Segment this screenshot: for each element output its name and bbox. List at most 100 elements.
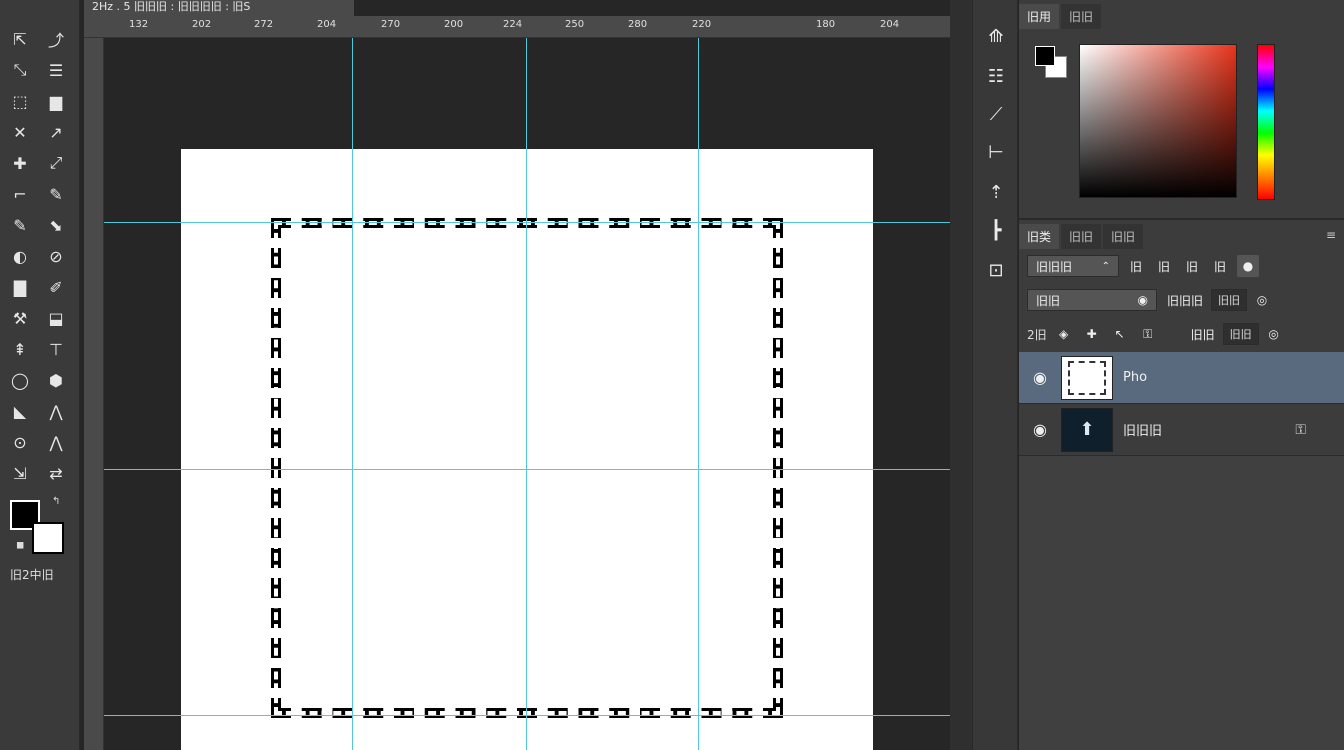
eye-icon[interactable]: ◉ (1019, 420, 1061, 439)
marquee-selection[interactable] (271, 218, 783, 718)
path-select-tool-icon[interactable]: ◣ (6, 398, 34, 424)
blend-mode-dropdown[interactable]: 旧旧 ◉ (1027, 289, 1157, 311)
ruler-label: 132 (129, 19, 149, 30)
align-panel-icon[interactable]: ┣ (979, 214, 1013, 246)
filter-pixel-icon[interactable]: 旧 (1125, 255, 1147, 277)
paragraph-panel-icon[interactable]: ⊢ (979, 136, 1013, 168)
healing-tool-icon[interactable]: ✚ (6, 150, 34, 176)
tab-color[interactable]: 旧用 (1019, 4, 1060, 29)
hue-slider[interactable] (1257, 44, 1275, 200)
background-color-swatch[interactable] (32, 522, 64, 554)
blend-row: 旧旧 ◉ 旧旧旧 旧旧 ◎ (1027, 288, 1273, 312)
filter-adjustment-icon[interactable]: 旧 (1153, 255, 1175, 277)
artboard-tool-icon[interactable]: ⤴ (42, 26, 70, 52)
lock-transparency-icon[interactable]: ◈ (1053, 323, 1075, 345)
tab-swatches[interactable]: 旧旧 (1061, 4, 1102, 29)
guide-horizontal[interactable] (104, 469, 950, 470)
brush-tool-icon[interactable]: ✎ (42, 181, 70, 207)
ruler-label: 180 (816, 19, 836, 30)
swap-colors-icon[interactable]: ↰ (52, 496, 60, 507)
default-colors-icon[interactable]: ◼ (16, 540, 24, 551)
eraser-tool-icon[interactable]: ⬊ (42, 212, 70, 238)
swap-tool-icon[interactable]: ⇄ (42, 460, 70, 486)
tab-channels[interactable]: 旧旧 (1061, 224, 1102, 249)
info-panel-icon[interactable]: ⊡ (979, 254, 1013, 286)
history-panel-icon[interactable]: ⟰ (979, 20, 1013, 52)
layer-name[interactable]: 旧旧旧 (1123, 420, 1162, 439)
properties-panel-icon[interactable]: ☷ (979, 60, 1013, 92)
crop-tool-icon[interactable]: ⬚ (6, 88, 34, 114)
arrow-up-icon: ⬆ (1079, 419, 1095, 440)
panel-menu-icon[interactable]: ≡ (1326, 228, 1336, 242)
lock-artboard-icon[interactable]: ↖ (1109, 323, 1131, 345)
color-field[interactable] (1079, 44, 1237, 198)
lock-all-icon[interactable]: ⚿ (1137, 323, 1159, 345)
gradient-tool-icon[interactable]: ◐ (6, 243, 34, 269)
brush-panel-icon[interactable]: ⟋ (979, 98, 1013, 130)
guide-vertical[interactable] (526, 38, 527, 750)
dodge-tool-icon[interactable]: ⇞ (6, 336, 34, 362)
filter-type-icon[interactable]: 旧 (1181, 255, 1203, 277)
canvas-area[interactable] (104, 38, 950, 750)
lock-icon: ⚿ (1295, 421, 1306, 438)
ruler-label: 202 (192, 19, 212, 30)
filter-shape-icon[interactable]: 旧 (1209, 255, 1231, 277)
eyedropper-tool-icon[interactable]: ✕ (6, 119, 34, 145)
fill-label: 旧旧 (1190, 327, 1215, 342)
filter-toggle-icon[interactable]: ● (1237, 255, 1259, 277)
panel-icon-column: ⟰ ☷ ⟋ ⊢ ⇡ ┣ ⊡ (972, 0, 1018, 750)
guide-horizontal[interactable] (104, 715, 950, 716)
eye-icon[interactable]: ◉ (1019, 368, 1061, 387)
hand-tool-icon[interactable]: ⋀ (42, 429, 70, 455)
ellipse-tool-icon[interactable]: ◯ (6, 367, 34, 393)
ruler-label: 280 (628, 19, 648, 30)
ruler-label: 200 (444, 19, 464, 30)
layers-empty-area[interactable] (1019, 456, 1344, 750)
lock-row: 2旧 ◈ ✚ ↖ ⚿ 旧旧 旧旧 ◎ (1027, 322, 1285, 346)
ruler-tool-icon[interactable]: ↗ (42, 119, 70, 145)
frame-tool-icon[interactable]: ▆ (42, 88, 70, 114)
patch-tool-icon[interactable]: ⤢ (42, 150, 70, 176)
shape-tool-icon[interactable]: ⬢ (42, 367, 70, 393)
direct-select-tool-icon[interactable]: ⋀ (42, 398, 70, 424)
bucket-tool-icon[interactable]: ⬓ (42, 305, 70, 331)
zoom-tool-icon[interactable]: ⊙ (6, 429, 34, 455)
panel-foreground-color[interactable] (1035, 46, 1055, 66)
kind-filter-label: 旧旧旧 (1036, 259, 1073, 274)
rectangle-tool-icon[interactable]: ▇ (6, 274, 34, 300)
lock-position-icon[interactable]: ✚ (1081, 323, 1103, 345)
blur-tool-icon[interactable]: ⊘ (42, 243, 70, 269)
fill-slider-icon[interactable]: ◎ (1263, 323, 1285, 345)
move-tool-icon[interactable]: ⇱ (6, 26, 34, 52)
type-tool-icon[interactable]: ⊤ (42, 336, 70, 362)
opacity-slider-icon[interactable]: ◎ (1251, 289, 1273, 311)
pen-tool-icon[interactable]: ✐ (42, 274, 70, 300)
rotate-view-tool-icon[interactable]: ⇲ (6, 460, 34, 486)
ruler-label: 270 (381, 19, 401, 30)
guide-horizontal[interactable] (104, 222, 950, 223)
stamp-tool-icon[interactable]: ⌐ (6, 181, 34, 207)
layers-panel: 旧类 旧旧 旧旧 ≡ 旧旧旧 ⌃ 旧 旧 旧 旧 ● 旧旧 ◉ 旧旧旧 旧旧 ◎ (1019, 218, 1344, 750)
ruler-label: 272 (254, 19, 274, 30)
tab-paths[interactable]: 旧旧 (1103, 224, 1144, 249)
layer-row-pho[interactable]: ◉ Pho (1019, 352, 1344, 404)
marquee-tool-icon[interactable]: ☰ (42, 57, 70, 83)
color-panel-tabs: 旧用 旧旧 (1019, 4, 1103, 29)
guide-vertical[interactable] (352, 38, 353, 750)
kind-filter-dropdown[interactable]: 旧旧旧 ⌃ (1027, 255, 1119, 277)
selection-thumbnail-icon (1068, 360, 1106, 395)
smudge-tool-icon[interactable]: ⚒ (6, 305, 34, 331)
opacity-field[interactable]: 旧旧 (1211, 289, 1248, 311)
actions-panel-icon[interactable]: ⇡ (979, 176, 1013, 208)
fill-field[interactable]: 旧旧 (1222, 323, 1259, 345)
document-tab[interactable]: 2Hz . 5 旧旧旧 : 旧旧旧旧 : 旧S (84, 0, 354, 16)
history-brush-tool-icon[interactable]: ✎ (6, 212, 34, 238)
tab-layers[interactable]: 旧类 (1019, 224, 1060, 249)
lasso-tool-icon[interactable]: ⤡ (6, 57, 34, 83)
guide-vertical[interactable] (698, 38, 699, 750)
canvas-scrollbar[interactable] (950, 0, 972, 750)
layer-name[interactable]: Pho (1123, 370, 1147, 385)
color-panel: 旧用 旧旧 (1019, 0, 1344, 218)
layer-row-background[interactable]: ◉ ⬆ 旧旧旧 ⚿ (1019, 404, 1344, 456)
quick-mask-label[interactable]: 旧2中旧 (10, 566, 54, 583)
